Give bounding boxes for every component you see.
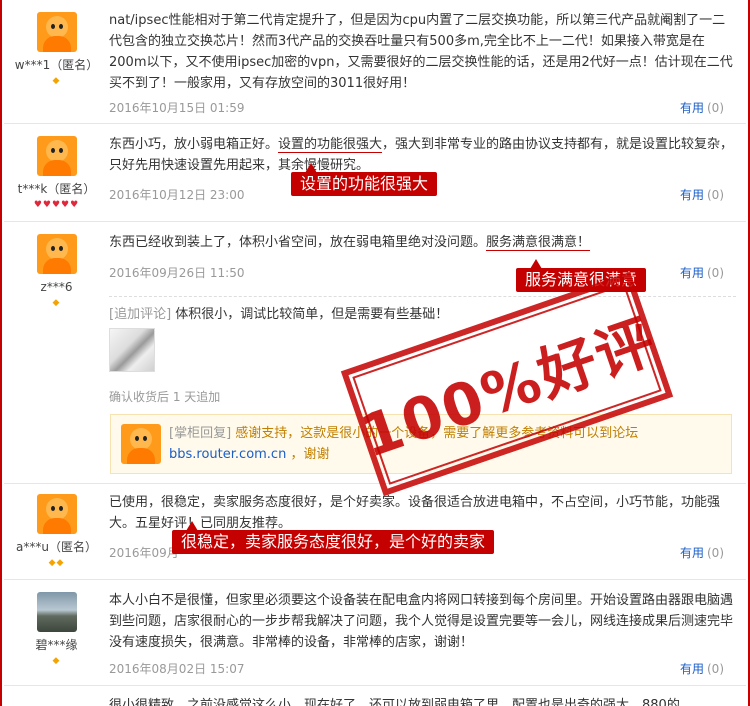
review-item: 很小很精致，之前没感觉这么小，现在好了，还可以放到弱电箱了里，配置也是出奇的强大… — [4, 686, 746, 706]
reviewer-name: t***k（匿名） — [17, 182, 96, 196]
forum-link[interactable]: bbs.router.com.cn — [169, 447, 286, 462]
reviewer-name: w***1（匿名） — [14, 58, 99, 72]
append-text: 体积很小，调试比较简单，但是需要有些基础！ — [171, 307, 449, 322]
level-icon: ◆◆ — [48, 558, 65, 568]
avatar — [36, 12, 77, 52]
highlight-callout: 设置的功能很强大 — [291, 163, 438, 196]
review-text: nat/ipsec性能相对于第二代肯定提升了，但是因为cpu内置了二层交换功能，… — [109, 13, 733, 91]
level-icon: ◆ — [52, 76, 61, 86]
reviewer-info: 碧***缘 ◆ — [4, 592, 109, 666]
reviewer-info: t***k（匿名） ♥♥♥♥♥ — [4, 136, 109, 210]
review-list: w***1（匿名） ◆ nat/ipsec性能相对于第二代肯定提升了，但是因为c… — [0, 0, 750, 706]
level-icon: ◆ — [52, 298, 61, 308]
reviewer-name: 碧***缘 — [35, 638, 78, 652]
review-date: 2016年09月26日 11:50 — [109, 266, 245, 280]
useful-button[interactable]: 有用 (0) — [680, 186, 724, 203]
reviewer-info: z***6 ◆ — [4, 234, 109, 308]
seller-avatar — [121, 424, 161, 464]
review-photo-thumbnail[interactable] — [109, 328, 155, 372]
useful-button[interactable]: 有用 (0) — [680, 544, 724, 561]
useful-button[interactable]: 有用 (0) — [680, 264, 724, 281]
append-label: [追加评论] — [109, 307, 172, 322]
reviewer-name: z***6 — [40, 280, 73, 294]
review-text: 已使用，很稳定，卖家服务态度很好，是个好卖家。设备很适合放进电箱中，不占空间，小… — [109, 495, 721, 531]
avatar — [36, 234, 77, 274]
level-icon: ♥♥♥♥♥ — [33, 200, 80, 210]
reviewer-info: w***1（匿名） ◆ — [4, 12, 109, 86]
review-item: a***u（匿名） ◆◆ 已使用，很稳定，卖家服务态度很好，是个好卖家。设备很适… — [4, 484, 746, 580]
review-text: 很小很精致，之前没感觉这么小，现在好了，还可以放到弱电箱了里，配置也是出奇的强大… — [109, 698, 680, 706]
review-date: 2016年10月12日 23:00 — [109, 188, 245, 202]
avatar — [36, 136, 77, 176]
reviewer-name: a***u（匿名） — [16, 540, 97, 554]
useful-button[interactable]: 有用 (0) — [680, 99, 724, 116]
reviewer-info: a***u（匿名） ◆◆ — [4, 494, 109, 568]
highlight-text: 服务满意很满意！ — [486, 235, 591, 251]
review-date: 2016年08月02日 15:07 — [109, 662, 245, 676]
useful-button[interactable]: 有用 (0) — [680, 660, 724, 677]
review-text: 本人小白不是很懂，但家里必须要这个设备装在配电盒内将网口转接到每个房间里。开始设… — [109, 593, 734, 650]
append-date: 确认收货后 1 天追加 — [109, 390, 221, 404]
level-icon: ◆ — [52, 656, 61, 666]
review-text: 东西小巧，放小弱电箱正好。设置的功能很强大，强大到非常专业的路由协议支持都有，就… — [109, 137, 734, 173]
review-date: 2016年09月 — [109, 546, 179, 560]
review-text: 东西已经收到装上了，体积小省空间，放在弱电箱里绝对没问题。服务满意很满意！ — [109, 235, 591, 251]
review-item: t***k（匿名） ♥♥♥♥♥ 东西小巧，放小弱电箱正好。设置的功能很强大，强大… — [4, 124, 746, 222]
review-item: 碧***缘 ◆ 本人小白不是很懂，但家里必须要这个设备装在配电盒内将网口转接到每… — [4, 580, 746, 686]
review-item: w***1（匿名） ◆ nat/ipsec性能相对于第二代肯定提升了，但是因为c… — [4, 0, 746, 124]
highlight-text: 设置的功能很强大 — [278, 137, 383, 153]
review-date: 2016年10月15日 01:59 — [109, 101, 245, 115]
avatar — [36, 494, 77, 534]
highlight-callout: 很稳定，卖家服务态度很好，是个好的卖家 — [172, 521, 495, 554]
avatar — [36, 592, 77, 632]
